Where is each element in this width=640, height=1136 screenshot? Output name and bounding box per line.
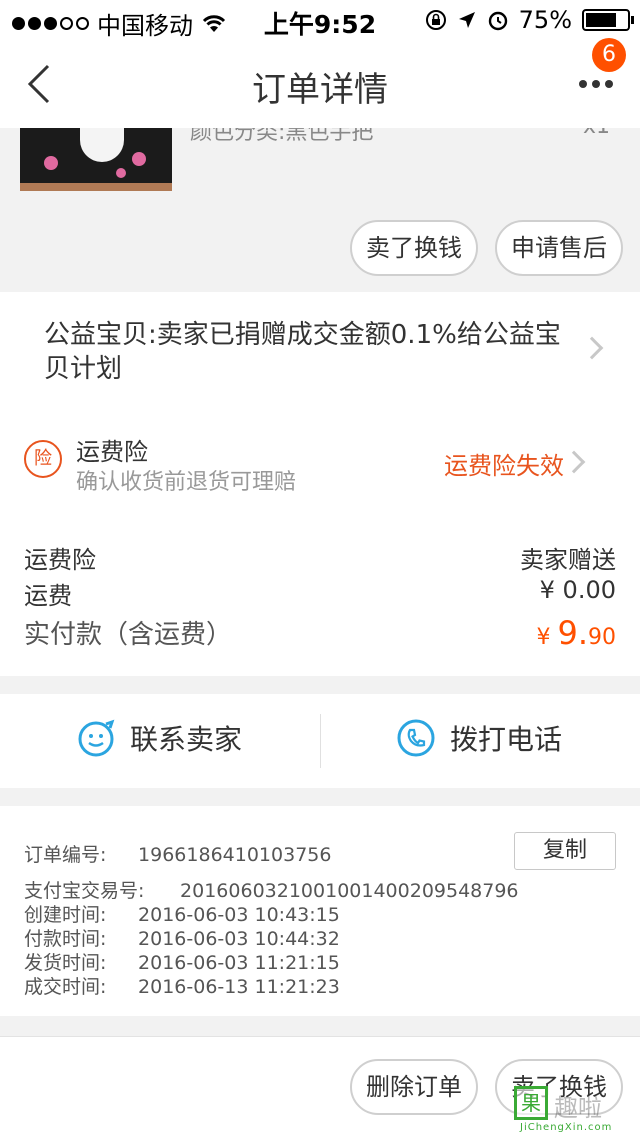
more-dots-icon [579, 80, 587, 88]
alipay-number: 2016060321001001400209548796 [180, 880, 519, 902]
chat-face-icon [78, 719, 115, 757]
order-number[interactable]: 1966186410103756 [138, 844, 331, 866]
insurance-subtitle: 确认收货前退货可理赔 [76, 470, 297, 495]
paid-time: 2016-06-03 10:44:32 [138, 928, 340, 950]
product-image[interactable] [20, 128, 172, 191]
closed-time-row: 成交时间: 2016-06-13 11:21:23 [24, 972, 340, 999]
fee-value: ¥ 0.00 [539, 576, 616, 604]
battery-percent: 75% [518, 6, 572, 34]
divider [320, 714, 321, 768]
sell-button[interactable]: 卖了换钱 [350, 220, 478, 276]
alarm-icon [488, 11, 507, 31]
info-label: 创建时间: [24, 904, 107, 926]
info-label: 支付宝交易号: [24, 880, 145, 902]
nav-bar: 订单详情 6 [0, 38, 640, 128]
charity-row[interactable]: 公益宝贝:卖家已捐赠成交金额0.1%给公益宝贝计划 [0, 292, 640, 402]
after-sale-button[interactable]: 申请售后 [495, 220, 623, 276]
fee-summary: 运费险 卖家赠送 运费 ¥ 0.00 实付款（含运费） ¥ 9.90 [0, 520, 640, 676]
phone-icon [397, 719, 435, 757]
fee-row-total: 实付款（含运费） ¥ 9.90 [24, 614, 616, 652]
order-number-row: 订单编号: 1966186410103756 [24, 840, 331, 867]
contact-bar: 联系卖家 拨打电话 [0, 694, 640, 788]
product-quantity: x1 [583, 128, 610, 139]
total-label: 实付款（含运费） [24, 620, 233, 650]
chevron-right-icon [562, 450, 586, 474]
insurance-status: 运费险失效 [444, 452, 564, 480]
info-label: 付款时间: [24, 928, 107, 950]
shipped-time: 2016-06-03 11:21:15 [138, 952, 340, 974]
status-bar: 中国移动 上午9:52 75% [0, 0, 640, 40]
charity-text: 公益宝贝:卖家已捐赠成交金额0.1%给公益宝贝计划 [44, 320, 561, 384]
order-info: 订单编号: 1966186410103756 复制 支付宝交易号: 201606… [0, 806, 640, 1016]
info-label: 成交时间: [24, 976, 107, 998]
shipping-insurance-row[interactable]: 险 运费险 确认收货前退货可理赔 运费险失效 [0, 402, 640, 520]
battery-icon [582, 9, 634, 31]
delete-order-button[interactable]: 删除订单 [350, 1059, 478, 1115]
location-icon [458, 12, 475, 28]
fee-label: 运费险 [24, 546, 96, 574]
closed-time: 2016-06-13 11:21:23 [138, 976, 340, 998]
fee-row-shipping: 运费 ¥ 0.00 [24, 576, 616, 611]
contact-seller-label: 联系卖家 [130, 723, 243, 756]
total-amount: ¥ 9.90 [536, 614, 616, 652]
created-time-row: 创建时间: 2016-06-03 10:43:15 [24, 900, 340, 927]
call-button[interactable]: 拨打电话 [396, 718, 562, 758]
alipay-number-row: 支付宝交易号: 2016060321001001400209548796 [24, 876, 519, 903]
contact-seller-button[interactable]: 联系卖家 [76, 718, 242, 758]
insurance-title: 运费险 [76, 438, 148, 466]
copy-button[interactable]: 复制 [514, 832, 616, 870]
call-label: 拨打电话 [450, 723, 563, 756]
site-watermark: 果 趣啦 JiChengXin.com [514, 1086, 634, 1133]
paid-time-row: 付款时间: 2016-06-03 10:44:32 [24, 924, 340, 951]
fee-row-insurance: 运费险 卖家赠送 [24, 540, 616, 575]
shipped-time-row: 发货时间: 2016-06-03 11:21:15 [24, 948, 340, 975]
info-label: 订单编号: [24, 844, 107, 866]
notification-badge: 6 [592, 38, 626, 72]
fee-label: 运费 [24, 582, 72, 610]
product-card: 颜色分类:黑色手把 x1 卖了换钱 申请售后 [0, 128, 640, 292]
rotation-lock-icon [425, 10, 446, 30]
fee-value: 卖家赠送 [520, 546, 616, 574]
watermark-url: JiChengXin.com [520, 1122, 613, 1133]
product-sku-text: 颜色分类:黑色手把 [190, 128, 374, 145]
insurance-icon: 险 [24, 440, 62, 478]
watermark-text: 趣啦 [554, 1094, 602, 1122]
info-label: 发货时间: [24, 952, 107, 974]
created-time: 2016-06-03 10:43:15 [138, 904, 340, 926]
page-title: 订单详情 [252, 70, 388, 110]
chevron-right-icon [580, 336, 604, 360]
watermark-logo: 果 [514, 1086, 548, 1120]
